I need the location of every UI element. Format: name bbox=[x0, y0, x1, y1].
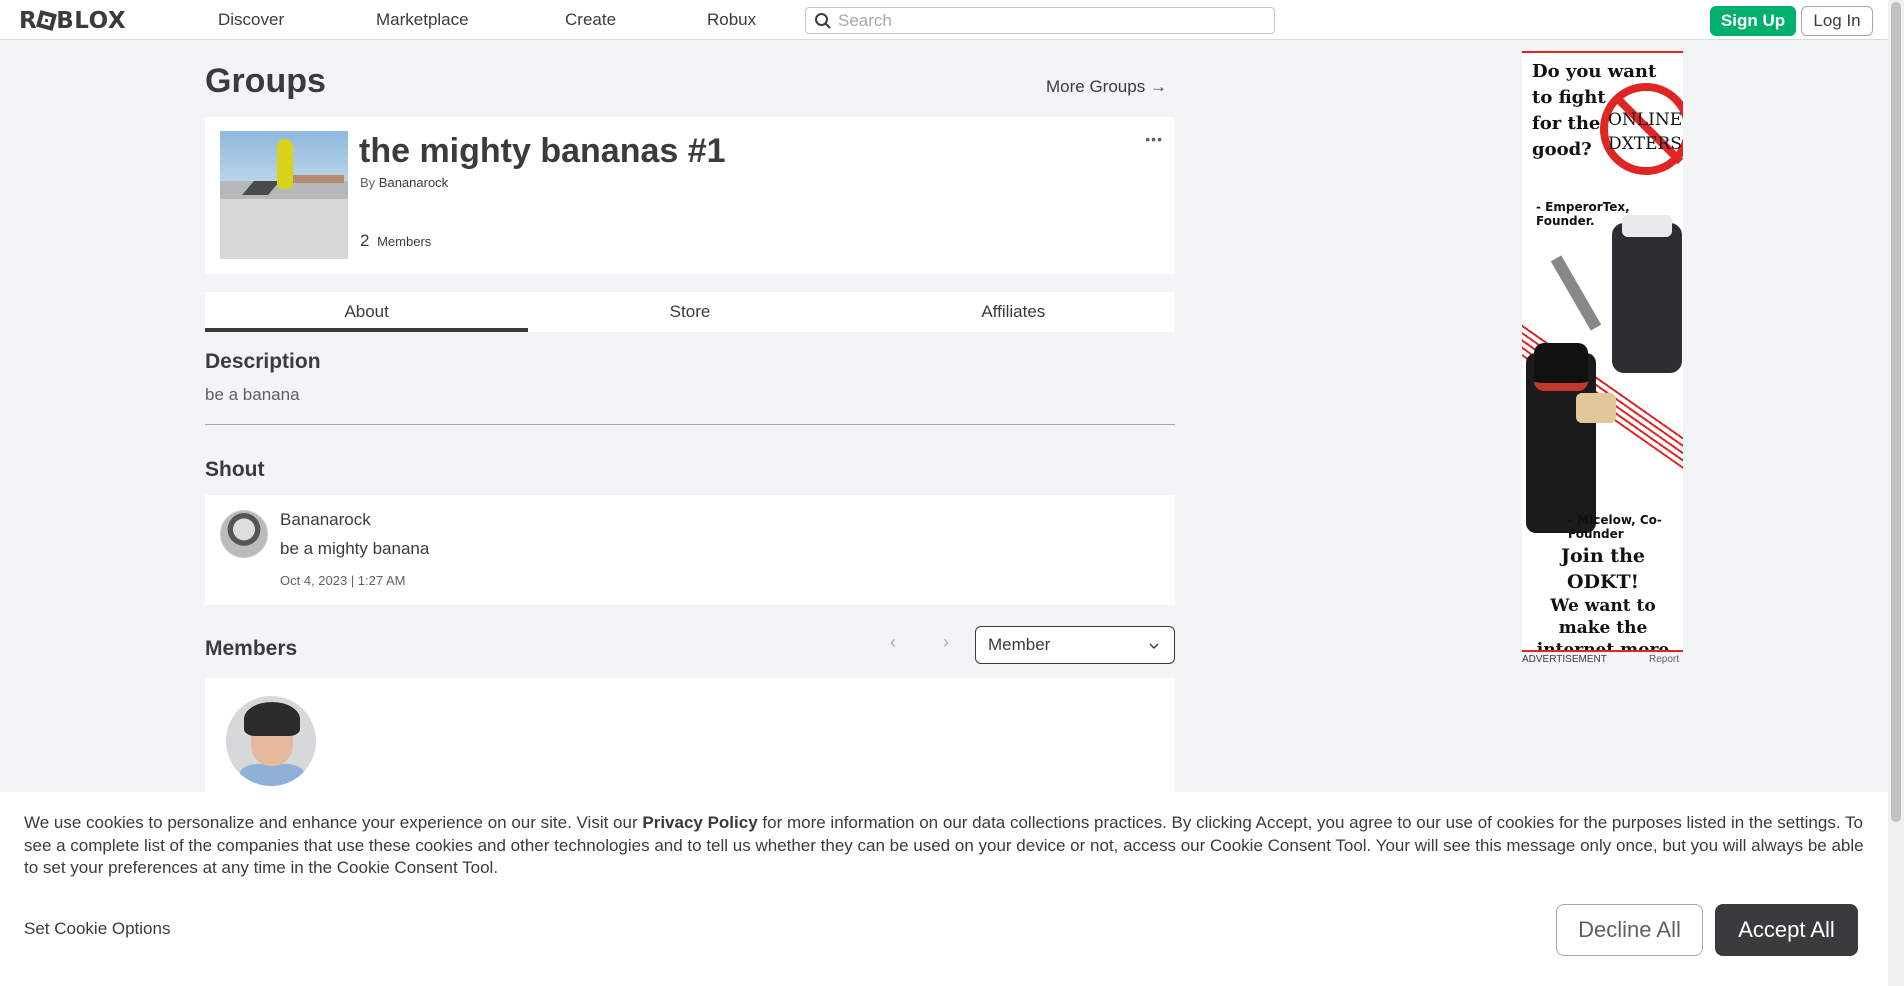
ad-character-figure bbox=[1526, 343, 1616, 533]
ad-sign-line: ONLINE bbox=[1608, 110, 1683, 130]
group-header-card: the mighty bananas #1 By Bananarock 2 Me… bbox=[205, 117, 1175, 274]
chevron-left-icon[interactable]: ‹ bbox=[890, 632, 896, 653]
group-emblem-image bbox=[220, 131, 348, 259]
members-heading: Members bbox=[205, 637, 298, 660]
ad-sign-text: ONLINE DXTERS bbox=[1608, 108, 1682, 156]
ad-call-to-action: Join the ODKT! We want to make the inter… bbox=[1528, 543, 1678, 652]
member-count-value: 2 bbox=[360, 231, 370, 250]
sign-up-button[interactable]: Sign Up bbox=[1710, 6, 1796, 36]
tab-about[interactable]: About bbox=[205, 292, 529, 332]
tab-affiliates[interactable]: Affiliates bbox=[852, 292, 1175, 332]
chevron-right-icon[interactable]: › bbox=[943, 632, 949, 653]
nav-robux[interactable]: Robux bbox=[707, 10, 756, 30]
cookie-message: We use cookies to personalize and enhanc… bbox=[24, 812, 1864, 880]
banana-figure bbox=[277, 139, 293, 189]
logo-o-mark bbox=[36, 10, 58, 31]
search-input[interactable] bbox=[838, 10, 1258, 31]
accept-all-button[interactable]: Accept All bbox=[1715, 904, 1858, 956]
description-text: be a banana bbox=[205, 385, 300, 404]
ad-sign-line: DXTERS bbox=[1608, 134, 1682, 154]
page-scrollbar[interactable] bbox=[1888, 0, 1904, 986]
scrollbar-thumb[interactable] bbox=[1891, 2, 1901, 822]
by-label: By bbox=[360, 175, 376, 190]
group-tabs: About Store Affiliates bbox=[205, 292, 1175, 332]
cookie-consent-banner: We use cookies to personalize and enhanc… bbox=[0, 792, 1888, 986]
ad-quote-cofounder: - Micelow, Co-Founder bbox=[1568, 513, 1662, 541]
nav-discover[interactable]: Discover bbox=[218, 10, 284, 30]
member-avatar[interactable] bbox=[226, 696, 316, 786]
group-name: the mighty bananas #1 bbox=[359, 132, 726, 170]
group-member-count: 2 Members bbox=[360, 231, 431, 251]
ad-cta-text: We want to make the internet more safe f… bbox=[1536, 596, 1670, 652]
search-icon bbox=[815, 12, 831, 29]
top-navigation-bar: R BLOX Discover Marketplace Create Robux … bbox=[0, 0, 1888, 40]
group-owner-line: By Bananarock bbox=[360, 175, 448, 190]
decline-all-button[interactable]: Decline All bbox=[1556, 904, 1703, 956]
description-heading: Description bbox=[205, 350, 321, 373]
ad-character-figure bbox=[1550, 215, 1682, 373]
nav-create[interactable]: Create bbox=[565, 10, 616, 30]
page-title: Groups bbox=[205, 62, 326, 100]
role-dropdown[interactable]: Member bbox=[975, 626, 1175, 664]
shout-timestamp: Oct 4, 2023 | 1:27 AM bbox=[280, 573, 406, 588]
privacy-policy-link[interactable]: Privacy Policy bbox=[642, 813, 757, 832]
more-groups-link[interactable]: More Groups → bbox=[1046, 77, 1167, 97]
search-box bbox=[805, 7, 1275, 34]
shout-message: be a mighty banana bbox=[280, 539, 430, 558]
log-in-button[interactable]: Log In bbox=[1801, 6, 1873, 36]
shout-avatar[interactable] bbox=[220, 510, 268, 558]
advertisement-label: ADVERTISEMENT bbox=[1522, 654, 1607, 665]
shout-username[interactable]: Bananarock bbox=[280, 510, 371, 530]
ad-line: Do you want bbox=[1532, 61, 1657, 82]
advertisement-banner[interactable]: Do you want to fight for the good? ONLIN… bbox=[1522, 51, 1683, 652]
set-cookie-options-link[interactable]: Set Cookie Options bbox=[24, 919, 170, 939]
cookie-text-part: We use cookies to personalize and enhanc… bbox=[24, 813, 643, 832]
tab-store[interactable]: Store bbox=[528, 292, 851, 332]
group-owner-link[interactable]: Bananarock bbox=[379, 175, 448, 190]
members-list bbox=[205, 678, 1175, 798]
member-count-label: Members bbox=[377, 234, 432, 249]
nav-marketplace[interactable]: Marketplace bbox=[376, 10, 469, 30]
more-options-icon[interactable]: ••• bbox=[1145, 131, 1163, 147]
ad-cta-title: Join the ODKT! bbox=[1561, 545, 1645, 593]
role-selected-value: Member bbox=[988, 635, 1051, 654]
report-ad-link[interactable]: Report bbox=[1649, 654, 1679, 665]
shout-card: Bananarock be a mighty banana Oct 4, 202… bbox=[205, 495, 1175, 605]
chevron-down-icon bbox=[1149, 643, 1159, 650]
shout-heading: Shout bbox=[205, 458, 265, 481]
roblox-logo[interactable]: R BLOX bbox=[19, 8, 126, 34]
section-divider bbox=[205, 424, 1175, 425]
